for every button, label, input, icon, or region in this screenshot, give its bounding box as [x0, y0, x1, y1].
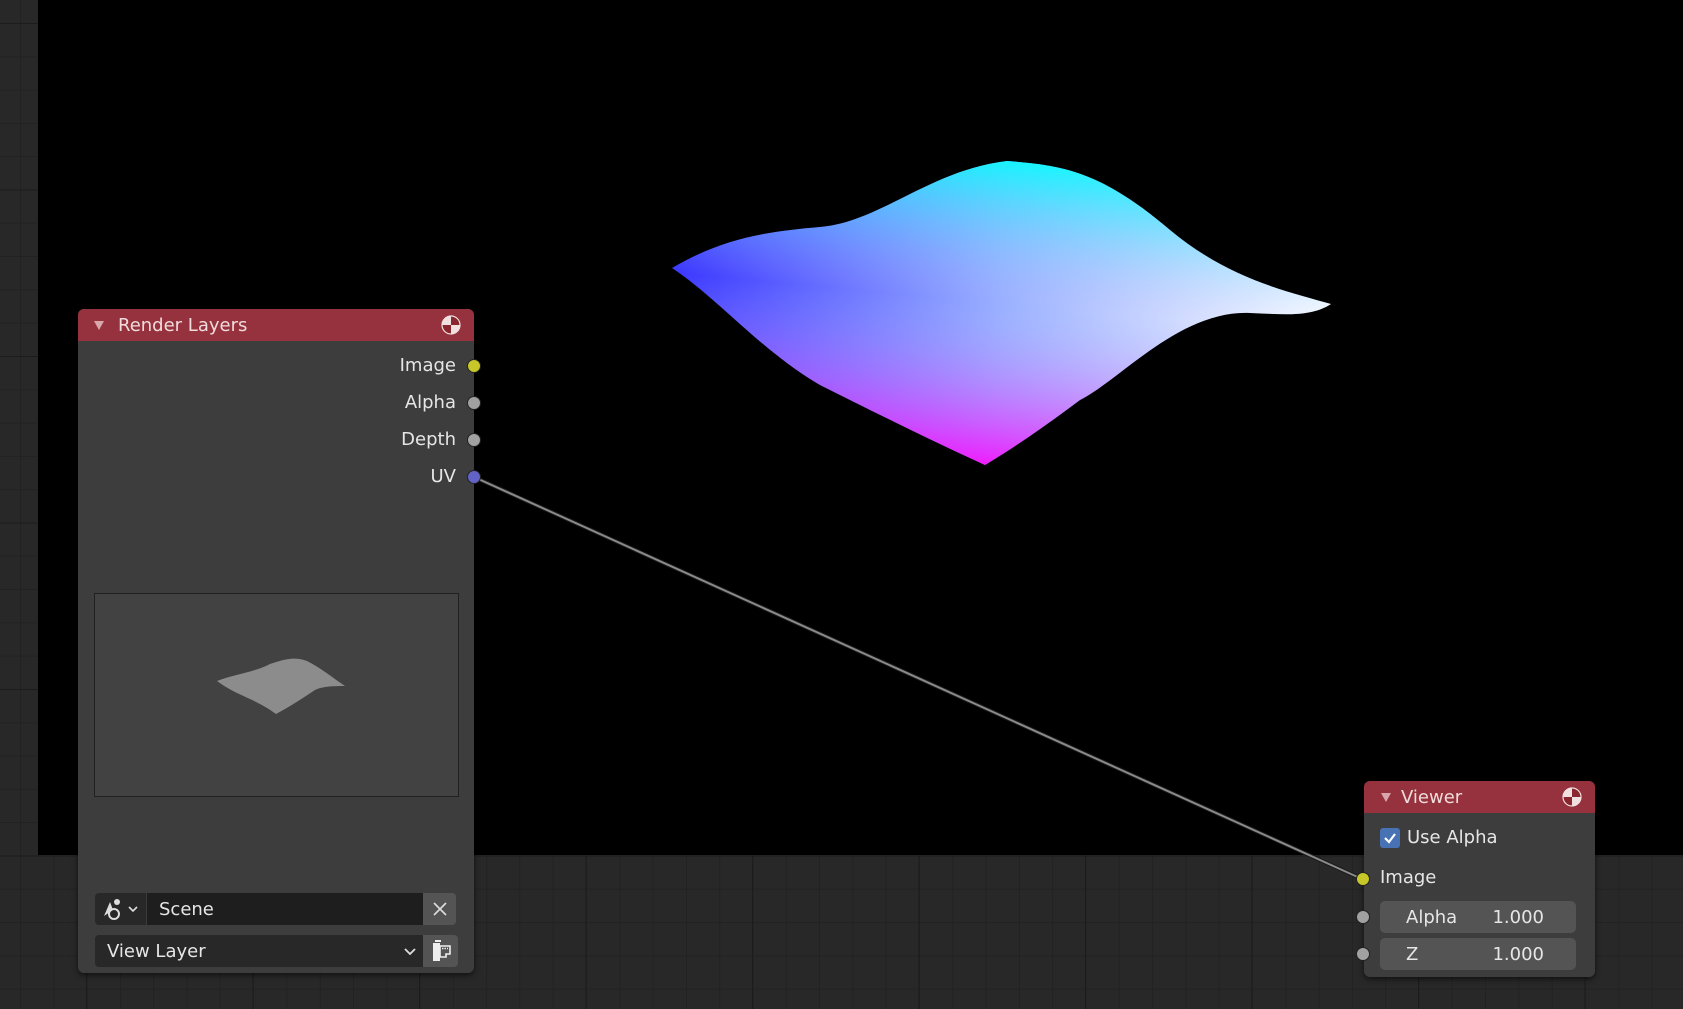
view-layer-dropdown[interactable]: View Layer: [95, 935, 423, 967]
scene-name-field[interactable]: Scene: [146, 893, 423, 925]
image-output-socket[interactable]: [467, 359, 481, 373]
field-value: 1.000: [1492, 906, 1544, 928]
chevron-down-icon: [404, 948, 416, 956]
field-label: Z: [1406, 943, 1419, 965]
scene-selector: Scene: [95, 893, 458, 925]
preview-toggle-icon[interactable]: [1562, 787, 1582, 807]
field-label: Alpha: [1406, 906, 1458, 928]
alpha-input-socket[interactable]: [1356, 910, 1370, 924]
view-layer-text: View Layer: [107, 940, 206, 962]
render-layer-icon: [432, 940, 451, 961]
checkmark-icon: [1384, 833, 1396, 844]
viewer-node[interactable]: Viewer Use Alpha Image Alpha 1.000 Z 1.0…: [1356, 781, 1595, 977]
output-image: Image: [400, 353, 474, 377]
scene-browse-button[interactable]: [95, 893, 146, 925]
use-alpha-label: Use Alpha: [1407, 827, 1498, 848]
alpha-value-field[interactable]: Alpha 1.000: [1380, 901, 1576, 933]
socket-label: Image: [399, 354, 456, 376]
collapse-arrow-icon[interactable]: [94, 320, 104, 330]
z-value-field[interactable]: Z 1.000: [1380, 938, 1576, 970]
socket-label: UV: [430, 465, 457, 487]
use-alpha-checkbox[interactable]: [1380, 828, 1400, 848]
preview-toggle-icon[interactable]: [441, 315, 461, 335]
scene-clear-button[interactable]: [423, 893, 456, 925]
output-depth: Depth: [401, 427, 474, 451]
depth-output-socket[interactable]: [467, 433, 481, 447]
uv-output-socket[interactable]: [467, 470, 481, 484]
node-header[interactable]: Render Layers: [78, 309, 474, 341]
collapse-arrow-icon[interactable]: [1381, 792, 1391, 802]
scene-data-icon: [103, 899, 138, 920]
socket-label: Depth: [401, 428, 456, 450]
render-layers-node[interactable]: Render Layers Image Alpha Depth UV Scene…: [78, 309, 481, 973]
image-input-label: Image: [1380, 867, 1437, 888]
node-preview: [94, 593, 459, 797]
output-alpha: Alpha: [405, 390, 474, 414]
field-value: 1.000: [1492, 943, 1544, 965]
image-input-socket[interactable]: [1356, 872, 1370, 886]
close-icon: [432, 902, 447, 916]
view-layer-selector: View Layer: [95, 935, 458, 967]
socket-label: Alpha: [404, 391, 456, 413]
node-header[interactable]: Viewer: [1364, 781, 1595, 813]
render-layer-button[interactable]: [423, 935, 458, 967]
scene-name-text: Scene: [159, 898, 214, 920]
alpha-output-socket[interactable]: [467, 396, 481, 410]
preview-thumbnail: [217, 658, 345, 714]
node-title: Render Layers: [118, 314, 248, 336]
node-title: Viewer: [1401, 786, 1463, 808]
z-input-socket[interactable]: [1356, 947, 1370, 961]
